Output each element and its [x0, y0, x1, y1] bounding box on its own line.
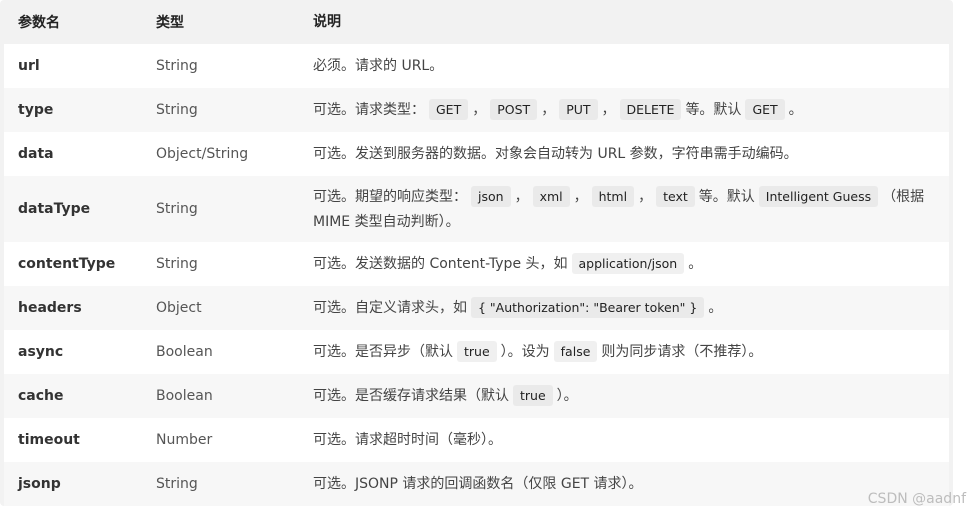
param-type-cell: String	[156, 102, 198, 118]
param-type-cell: Object/String	[156, 146, 249, 162]
param-type-cell: String	[156, 58, 198, 74]
param-type-cell: Object	[156, 300, 202, 316]
inline-code: Intelligent Guess	[758, 185, 879, 207]
param-type-cell: Number	[156, 432, 213, 448]
param-description-cell: 可选。是否异步（默认 true ）。设为 false 则为同步请求（不推荐）。	[313, 339, 949, 365]
description-text: 可选。是否异步（默认	[313, 344, 453, 360]
inline-code: html	[591, 185, 635, 207]
description-text: ，	[541, 102, 556, 118]
param-name-cell: dataType	[18, 201, 91, 217]
param-type-cell: Boolean	[156, 344, 213, 360]
param-description-cell: 可选。请求类型： GET， POST， PUT， DELETE 等。默认 GET。	[313, 97, 949, 123]
param-name-cell: headers	[18, 300, 82, 316]
param-name-cell: type	[18, 102, 54, 118]
inline-code: GET	[745, 99, 785, 120]
description-text: 等。默认	[685, 102, 742, 118]
description-text: 。	[708, 300, 723, 316]
table-row: headers Object 可选。自定义请求头，如{ "Authorization…	[4, 286, 949, 330]
description-text: 则为同步请求（不推荐）。	[601, 344, 763, 360]
param-description-cell: 可选。发送到服务器的数据。对象会自动转为 URL 参数，字符串需手动编码。	[313, 142, 949, 167]
description-text: ）。	[556, 388, 578, 404]
header-param-name: 参数名	[18, 15, 60, 31]
inline-code: true	[513, 385, 553, 406]
param-description-cell: 可选。JSONP 请求的回调函数名（仅限 GET 请求）。	[313, 472, 949, 497]
table-body: url String 必须。请求的 URL。 type String 可选。请求类型： GE…	[4, 44, 949, 506]
inline-code: text	[656, 185, 695, 207]
param-description-cell: 可选。自定义请求头，如{ "Authorization": "Bearer to…	[313, 295, 949, 321]
table-row: cache Boolean 可选。是否缓存请求结果（默认 true）。	[4, 374, 949, 418]
inline-code: json	[471, 185, 511, 207]
description-text: 可选。发送到服务器的数据。对象会自动转为 URL 参数，字符串需手动编码。	[313, 145, 798, 162]
param-type-cell: String	[156, 476, 198, 492]
description-text: 可选。是否缓存请求结果（默认	[313, 388, 509, 404]
description-text: ）。设为	[500, 344, 550, 360]
inline-code: false	[553, 341, 598, 362]
description-text: 可选。自定义请求头，如	[313, 300, 467, 316]
table-row: async Boolean 可选。是否异步（默认 true ）。设为 false 则为同步请…	[4, 330, 949, 374]
table-row: contentType String 可选。发送数据的 Content-Type 头…	[4, 242, 949, 286]
param-name-cell: async	[18, 344, 64, 360]
table-row: data Object/String 可选。发送到服务器的数据。对象会自动转为 UR…	[4, 132, 949, 176]
header-description: 说明	[313, 13, 341, 30]
description-text: 等。默认	[698, 188, 755, 205]
param-name-cell: jsonp	[18, 476, 61, 492]
inline-code: DELETE	[619, 99, 682, 120]
param-type-cell: String	[156, 256, 198, 272]
inline-code: true	[457, 341, 497, 362]
description-text: 可选。期望的响应类型：	[313, 188, 467, 205]
params-table-frame: 参数名 类型 说明 url String 必须。请求的 URL。 type String…	[0, 0, 953, 506]
param-type-cell: String	[156, 201, 198, 217]
description-text: 可选。JSONP 请求的回调函数名（仅限 GET 请求）。	[313, 475, 643, 492]
table-row: dataType String 可选。期望的响应类型： json， xml， html， t…	[4, 176, 949, 242]
param-description-cell: 可选。请求超时时间（毫秒）。	[313, 428, 949, 453]
description-text: ，	[601, 102, 616, 118]
inline-code: POST	[490, 99, 538, 120]
param-description-cell: 可选。是否缓存请求结果（默认 true）。	[313, 383, 949, 409]
inline-code: application/json	[571, 253, 685, 274]
description-text: ，	[638, 188, 653, 205]
table-row: type String 可选。请求类型： GET， POST， PUT， DELETE 等。默…	[4, 88, 949, 132]
description-text: 。	[688, 256, 703, 272]
param-name-cell: data	[18, 146, 54, 162]
table-row: url String 必须。请求的 URL。	[4, 44, 949, 88]
description-text: 可选。请求类型：	[313, 102, 425, 118]
csdn-watermark: CSDN @aadnf	[867, 491, 966, 507]
param-name-cell: url	[18, 58, 40, 74]
inline-code: GET	[429, 99, 469, 120]
param-description-cell: 必须。请求的 URL。	[313, 54, 949, 79]
param-type-cell: Boolean	[156, 388, 213, 404]
header-type: 类型	[156, 15, 184, 31]
table-row: timeout Number 可选。请求超时时间（毫秒）。	[4, 418, 949, 462]
param-name-cell: cache	[18, 388, 64, 404]
param-name-cell: contentType	[18, 256, 116, 272]
table-header-row: 参数名 类型 说明	[4, 0, 949, 44]
description-text: ，	[573, 188, 588, 205]
param-description-cell: 可选。发送数据的 Content-Type 头，如 application/jso…	[313, 251, 949, 277]
description-text: ，	[472, 102, 487, 118]
params-table: 参数名 类型 说明 url String 必须。请求的 URL。 type String…	[4, 0, 949, 506]
inline-code: PUT	[559, 99, 598, 120]
table-row: jsonp String 可选。JSONP 请求的回调函数名（仅限 GET 请求）。	[4, 462, 949, 506]
description-text: 可选。发送数据的 Content-Type 头，如	[313, 256, 568, 272]
description-text: ，	[514, 188, 529, 205]
description-text: 。	[788, 102, 803, 118]
description-text: 可选。请求超时时间（毫秒）。	[313, 431, 502, 448]
param-description-cell: 可选。期望的响应类型： json， xml， html， text 等。默认 Intelli…	[313, 184, 949, 235]
description-text: 必须。请求的 URL。	[313, 57, 444, 74]
inline-code: xml	[532, 185, 570, 207]
param-name-cell: timeout	[18, 432, 80, 448]
inline-code: { "Authorization": "Bearer token" }	[471, 297, 705, 318]
